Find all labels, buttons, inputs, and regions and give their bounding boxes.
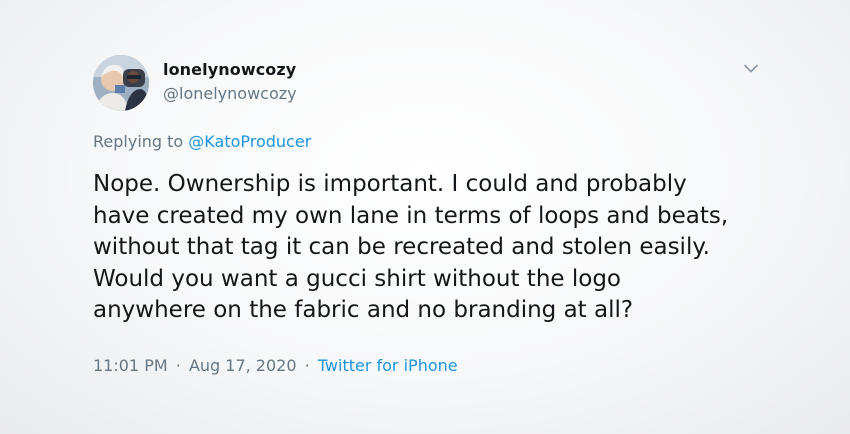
tweet-text-line: Would you want a gucci shirt without the… xyxy=(93,265,622,292)
author-block: lonelynowcozy @lonelynowcozy xyxy=(163,60,297,105)
separator: · xyxy=(304,356,310,375)
tweet-menu-button[interactable] xyxy=(741,60,761,76)
tweet-text-line: anywhere on the fabric and no branding a… xyxy=(93,297,634,323)
avatar[interactable] xyxy=(93,55,149,111)
tweet-text-line: Nope. Ownership is important. I could an… xyxy=(93,171,687,197)
mention-link[interactable]: @KatoProducer xyxy=(188,132,311,151)
timestamp-time[interactable]: 11:01 PM xyxy=(93,356,168,375)
replying-to: Replying to @KatoProducer xyxy=(93,131,311,153)
separator: · xyxy=(175,356,181,375)
tweet-text: Nope. Ownership is important. I could an… xyxy=(93,169,773,327)
tweet-text-line: without that tag it can be recreated and… xyxy=(93,234,710,260)
source-link[interactable]: Twitter for iPhone xyxy=(318,356,458,375)
tweet-text-line: have created my own lane in terms of loo… xyxy=(93,202,729,229)
display-name[interactable]: lonelynowcozy xyxy=(163,60,297,80)
timestamp-date[interactable]: Aug 17, 2020 xyxy=(189,356,297,375)
profile-photo-icon xyxy=(93,55,149,111)
user-handle[interactable]: @lonelynowcozy xyxy=(163,83,297,105)
tweet-metadata: 11:01 PM · Aug 17, 2020 · Twitter for iP… xyxy=(93,355,458,377)
replying-to-label: Replying to xyxy=(93,132,189,151)
chevron-down-icon xyxy=(744,64,758,72)
tweet-card: lonelynowcozy @lonelynowcozy Replying to… xyxy=(0,0,850,434)
